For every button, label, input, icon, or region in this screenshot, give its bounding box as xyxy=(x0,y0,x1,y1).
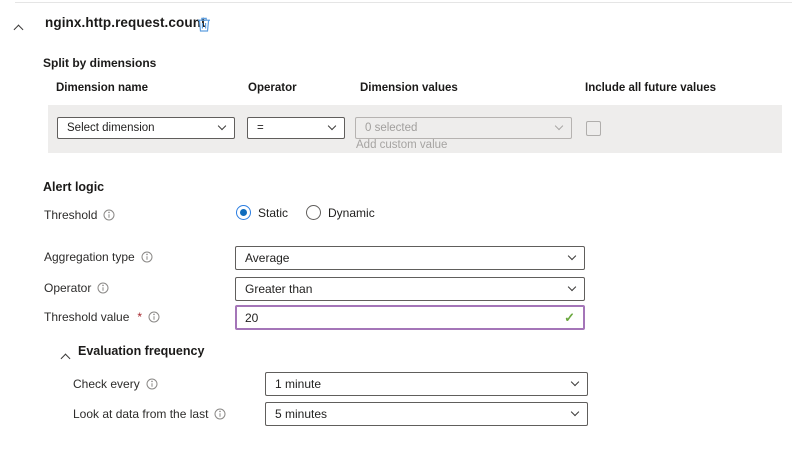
check-every-dropdown-value: 1 minute xyxy=(275,377,321,391)
dimension-values-dropdown: 0 selected xyxy=(355,117,572,139)
divider xyxy=(15,2,792,3)
threshold-value-label-row: Threshold value * xyxy=(44,310,160,324)
threshold-label-row: Threshold xyxy=(44,208,115,222)
required-asterisk: * xyxy=(137,310,142,324)
radio-dynamic[interactable]: Dynamic xyxy=(306,205,375,220)
lookback-dropdown-value: 5 minutes xyxy=(275,407,327,421)
chevron-down-icon xyxy=(218,122,226,130)
lookback-label-row: Look at data from the last xyxy=(73,407,226,421)
column-header-operator: Operator xyxy=(248,82,297,94)
metric-section-title: nginx.http.request.count xyxy=(45,15,206,30)
chevron-down-icon xyxy=(568,283,576,291)
info-icon[interactable] xyxy=(103,209,115,221)
lookback-label: Look at data from the last xyxy=(73,407,208,421)
aggregation-type-dropdown-value: Average xyxy=(245,251,289,265)
dimension-operator-dropdown-value: = xyxy=(257,122,264,134)
operator-label-row: Operator xyxy=(44,281,109,295)
info-icon[interactable] xyxy=(148,311,160,323)
include-future-values-checkbox xyxy=(586,121,601,136)
check-every-label-row: Check every xyxy=(73,377,158,391)
dimension-name-dropdown[interactable]: Select dimension xyxy=(57,117,235,139)
evaluation-frequency-heading: Evaluation frequency xyxy=(78,344,204,358)
check-every-label: Check every xyxy=(73,377,140,391)
dimension-operator-dropdown[interactable]: = xyxy=(247,117,345,139)
threshold-radio-group: Static Dynamic xyxy=(236,205,375,220)
aggregation-type-label: Aggregation type xyxy=(44,250,135,264)
chevron-down-icon xyxy=(568,252,576,260)
collapse-metric-section-button[interactable] xyxy=(15,20,22,38)
collapse-evaluation-frequency-button[interactable] xyxy=(62,349,69,367)
split-by-dimensions-heading: Split by dimensions xyxy=(43,56,156,70)
dimension-values-dropdown-value: 0 selected xyxy=(365,122,417,134)
operator-dropdown-value: Greater than xyxy=(245,282,312,296)
trash-icon xyxy=(196,16,212,33)
radio-unselected-icon xyxy=(306,205,321,220)
threshold-value-label: Threshold value xyxy=(44,310,129,324)
info-icon[interactable] xyxy=(214,408,226,420)
valid-check-icon: ✓ xyxy=(564,310,575,326)
chevron-up-icon xyxy=(14,25,24,35)
alert-logic-heading: Alert logic xyxy=(43,180,104,194)
column-header-dimension-name: Dimension name xyxy=(56,82,148,94)
operator-label: Operator xyxy=(44,281,91,295)
chevron-down-icon xyxy=(328,122,336,130)
delete-condition-button[interactable] xyxy=(196,16,212,38)
chevron-up-icon xyxy=(61,354,71,364)
column-header-dimension-values: Dimension values xyxy=(360,82,458,94)
radio-selected-icon xyxy=(236,205,251,220)
check-every-dropdown[interactable]: 1 minute xyxy=(265,372,588,396)
radio-static-label: Static xyxy=(258,206,288,220)
threshold-label: Threshold xyxy=(44,208,97,222)
info-icon[interactable] xyxy=(146,378,158,390)
info-icon[interactable] xyxy=(141,251,153,263)
chevron-down-icon xyxy=(571,378,579,386)
aggregation-type-label-row: Aggregation type xyxy=(44,250,153,264)
add-custom-value-link: Add custom value xyxy=(356,139,447,151)
chevron-down-icon xyxy=(571,408,579,416)
radio-static[interactable]: Static xyxy=(236,205,288,220)
alert-condition-pane: nginx.http.request.count Split by dimens… xyxy=(0,0,800,454)
threshold-value-input-value: 20 xyxy=(245,311,258,325)
operator-dropdown[interactable]: Greater than xyxy=(235,277,585,301)
aggregation-type-dropdown[interactable]: Average xyxy=(235,246,585,270)
threshold-value-input[interactable]: 20 ✓ xyxy=(235,305,585,330)
info-icon[interactable] xyxy=(97,282,109,294)
chevron-down-icon xyxy=(555,122,563,130)
dimension-name-dropdown-value: Select dimension xyxy=(67,122,155,134)
radio-dynamic-label: Dynamic xyxy=(328,206,375,220)
column-header-include-future: Include all future values xyxy=(585,82,716,94)
lookback-dropdown[interactable]: 5 minutes xyxy=(265,402,588,426)
